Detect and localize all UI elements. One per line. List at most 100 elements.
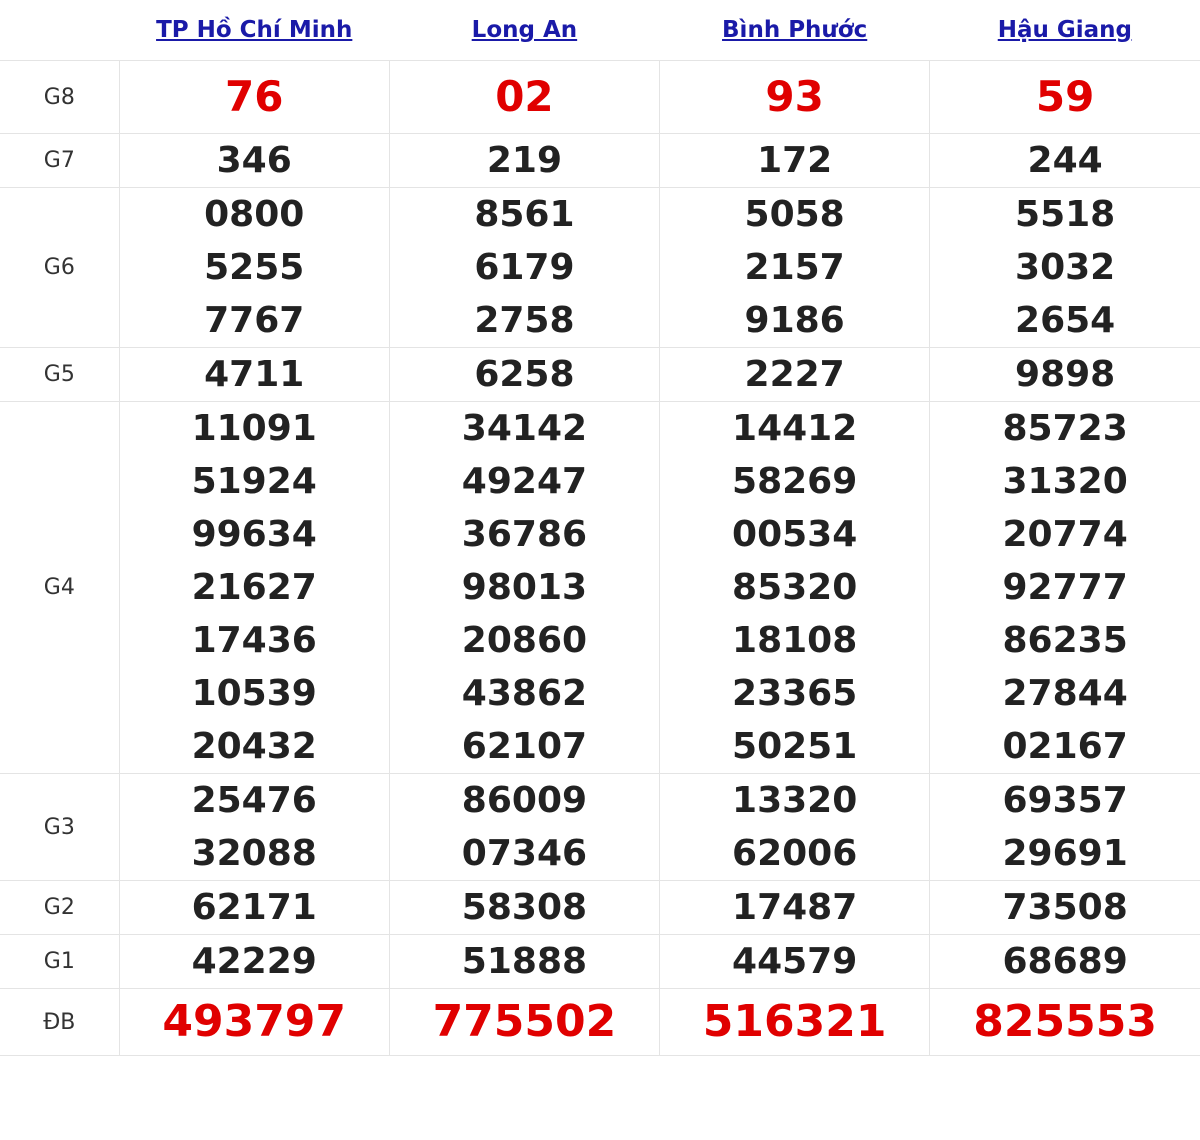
prize-cell: 493797	[118, 988, 390, 1056]
prize-number: 02	[495, 72, 554, 121]
prize-cell: 219	[388, 133, 661, 188]
prize-number: 69357	[1002, 780, 1128, 821]
prize-cell: 5058 2157 9186	[659, 187, 931, 348]
prize-label: G4	[0, 401, 120, 774]
prize-number: 2654	[1015, 300, 1116, 341]
prize-cell: 516321	[659, 988, 931, 1056]
prize-cell: 51888	[388, 934, 661, 989]
prize-number: 6258	[474, 354, 575, 395]
prize-cell: 25476 32088	[118, 773, 390, 881]
prize-number: 58308	[461, 887, 588, 928]
prize-cell: 69357 29691	[929, 773, 1200, 881]
prize-number: 68689	[1002, 941, 1128, 982]
prize-number: 9898	[1015, 354, 1116, 395]
prize-cell: 5518 3032 2654	[929, 187, 1200, 348]
header-corner	[0, 0, 120, 61]
prize-number: 6179	[474, 247, 575, 288]
prize-number: 98013	[461, 567, 588, 608]
prize-number: 51924	[191, 461, 317, 502]
prize-number: 11091	[191, 408, 317, 449]
prize-number: 34142	[461, 408, 588, 449]
prize-cell: 4711	[118, 347, 390, 402]
prize-number: 13320	[732, 780, 858, 821]
prize-cell: 14412 58269 00534 85320 18108 23365 50251	[659, 401, 931, 774]
prize-number: 18108	[732, 620, 858, 661]
prize-number: 2227	[744, 354, 845, 395]
province-header: Bình Phước	[659, 0, 930, 61]
prize-cell: 34142 49247 36786 98013 20860 43862 62107	[388, 401, 661, 774]
prize-number: 29691	[1002, 833, 1128, 874]
prize-row: G1 42229 51888 44579 68689	[0, 934, 1200, 989]
prize-number: 86235	[1002, 620, 1128, 661]
prize-number: 93	[765, 72, 824, 121]
prize-number: 219	[486, 140, 562, 181]
prize-cell: 73508	[929, 880, 1200, 935]
province-link-long-an[interactable]: Long An	[472, 17, 577, 43]
prize-number: 0800	[204, 194, 305, 235]
prize-number: 59	[1035, 72, 1095, 121]
prize-number: 02167	[1002, 726, 1128, 767]
prize-number: 8561	[474, 194, 575, 235]
prize-number: 85723	[1002, 408, 1128, 449]
prize-number: 493797	[162, 996, 347, 1047]
prize-number: 43862	[461, 673, 588, 714]
prize-number: 9186	[744, 300, 845, 341]
prize-number: 62006	[732, 833, 858, 874]
prize-number: 99634	[191, 514, 317, 555]
prize-cell: 62171	[118, 880, 390, 935]
prize-cell: 0800 5255 7767	[118, 187, 390, 348]
prize-cell: 8561 6179 2758	[388, 187, 661, 348]
prize-number: 10539	[191, 673, 317, 714]
prize-number: 86009	[461, 780, 588, 821]
prize-number: 5255	[204, 247, 305, 288]
prize-rows: G8 76 02 93 59 G7 346 219 172 244 G6 0800 5255 7767 85…	[0, 60, 1200, 1056]
prize-cell: 775502	[388, 988, 661, 1056]
prize-cell: 11091 51924 99634 21627 17436 10539 20432	[118, 401, 390, 774]
prize-cell: 9898	[929, 347, 1200, 402]
province-link-tp-ho-chi-minh[interactable]: TP Hồ Chí Minh	[156, 17, 352, 43]
prize-number: 825553	[973, 996, 1157, 1047]
prize-row: ĐB 493797 775502 516321 825553	[0, 988, 1200, 1056]
prize-number: 17436	[191, 620, 317, 661]
prize-cell: 02	[388, 60, 661, 134]
prize-row: G3 25476 32088 86009 07346 13320 62006 69357 296…	[0, 773, 1200, 881]
prize-label: ĐB	[0, 988, 120, 1056]
prize-number: 07346	[461, 833, 588, 874]
prize-cell: 58308	[388, 880, 661, 935]
prize-cell: 42229	[118, 934, 390, 989]
prize-cell: 825553	[929, 988, 1200, 1056]
prize-number: 172	[757, 140, 833, 181]
prize-cell: 17487	[659, 880, 931, 935]
prize-row: G5 4711 6258 2227 9898	[0, 347, 1200, 402]
prize-number: 85320	[732, 567, 858, 608]
prize-number: 346	[216, 140, 292, 181]
province-link-binh-phuoc[interactable]: Bình Phước	[722, 17, 867, 43]
prize-number: 25476	[191, 780, 317, 821]
prize-label: G7	[0, 133, 120, 188]
prize-cell: 13320 62006	[659, 773, 931, 881]
province-header: Hậu Giang	[929, 0, 1200, 61]
province-header: TP Hồ Chí Minh	[119, 0, 390, 61]
prize-number: 244	[1027, 140, 1103, 181]
prize-cell: 6258	[388, 347, 661, 402]
prize-number: 21627	[191, 567, 317, 608]
prize-label: G1	[0, 934, 120, 989]
prize-number: 3032	[1015, 247, 1116, 288]
prize-number: 62107	[461, 726, 588, 767]
prize-number: 7767	[204, 300, 305, 341]
prize-label: G5	[0, 347, 120, 402]
prize-number: 20860	[461, 620, 588, 661]
prize-row: G7 346 219 172 244	[0, 133, 1200, 188]
prize-number: 14412	[732, 408, 858, 449]
prize-number: 5518	[1015, 194, 1116, 235]
prize-row: G8 76 02 93 59	[0, 60, 1200, 134]
prize-cell: 44579	[659, 934, 931, 989]
province-link-hau-giang[interactable]: Hậu Giang	[998, 17, 1132, 43]
prize-cell: 76	[118, 60, 390, 134]
header-row: TP Hồ Chí Minh Long An Bình Phước Hậu Gi…	[0, 0, 1200, 61]
prize-number: 4711	[204, 354, 305, 395]
prize-number: 2758	[474, 300, 575, 341]
prize-cell: 172	[659, 133, 931, 188]
prize-number: 44579	[732, 941, 858, 982]
prize-label: G8	[0, 60, 120, 134]
